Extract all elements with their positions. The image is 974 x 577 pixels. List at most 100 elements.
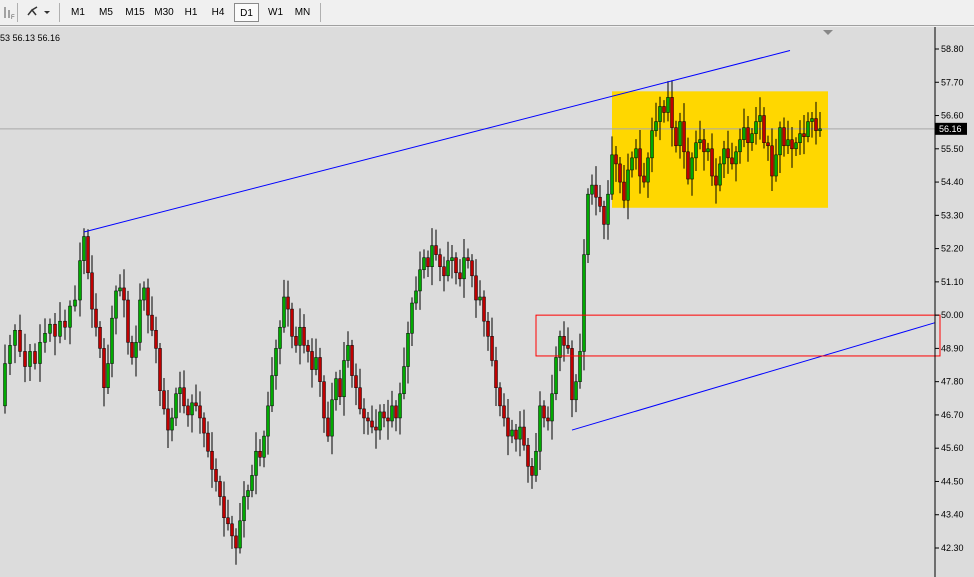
candle-body (666, 97, 670, 113)
candle-body (166, 408, 170, 431)
candle-body (338, 378, 342, 398)
candle-body (566, 345, 570, 349)
candle-body (330, 399, 334, 437)
candle-body (786, 139, 790, 147)
candle-body (634, 148, 638, 159)
candle-body (154, 330, 158, 349)
candle-body (214, 469, 218, 482)
candle-body (242, 496, 246, 522)
candle-body (13, 330, 17, 346)
timeframe-h4[interactable]: H4 (205, 3, 231, 22)
candle-body (246, 490, 250, 497)
candle-body (550, 393, 554, 422)
candle-body (354, 375, 358, 388)
toolbar-separator (59, 3, 60, 22)
candle-body (530, 466, 534, 476)
candle-body (68, 305, 72, 328)
timeframe-m1[interactable]: M1 (65, 3, 91, 22)
candle-body (598, 196, 602, 207)
candle-body (314, 357, 318, 370)
candle-body (146, 287, 150, 316)
candle-body (206, 432, 210, 452)
candle-body (290, 308, 294, 337)
candle-body (122, 287, 126, 301)
candle-body (726, 148, 730, 159)
candle-body (394, 405, 398, 419)
candle-body (222, 496, 226, 519)
candle-body (218, 481, 222, 497)
candle-body (194, 402, 198, 407)
candle-body (138, 299, 142, 343)
candle-body (410, 302, 414, 334)
candle-body (474, 275, 478, 301)
candle-body (714, 175, 718, 186)
price-chart[interactable]: 58.80 57.70 56.60 55.50 54.40 53.30 52.20 51.10… (0, 27, 974, 577)
timeframe-d1[interactable]: D1 (234, 3, 259, 22)
candle-body (422, 257, 426, 271)
candle-body (778, 127, 782, 156)
timeframe-m15[interactable]: M15 (121, 3, 149, 22)
candle-body (310, 351, 314, 370)
candle-body (378, 411, 382, 431)
candle-body (90, 272, 94, 310)
candle-body (654, 121, 658, 131)
candle-body (274, 348, 278, 376)
candle-body (438, 254, 442, 267)
candle-body (170, 417, 174, 431)
timeframe-w1[interactable]: W1 (262, 3, 289, 22)
candle-body (282, 296, 286, 328)
candle-body (662, 106, 666, 113)
candle-body (762, 115, 766, 144)
shift-marker-icon[interactable] (823, 30, 833, 35)
candle-body (350, 345, 354, 376)
candle-body (538, 405, 542, 452)
candle-body (814, 118, 818, 131)
candle-body (33, 351, 37, 364)
candle-body (702, 139, 706, 153)
candle-body (342, 360, 346, 398)
candle-body (23, 351, 27, 367)
candle-body (626, 169, 630, 201)
candle-body (262, 435, 266, 458)
chart-properties-icon[interactable]: F (2, 4, 16, 21)
candle-body (278, 326, 282, 349)
timeframe-mn[interactable]: MN (289, 3, 316, 22)
svg-text:F: F (11, 15, 15, 20)
price-tick-label: 53.30 (941, 210, 964, 220)
timeframe-m5[interactable]: M5 (93, 3, 119, 22)
candle-body (574, 381, 578, 401)
candle-body (522, 426, 526, 446)
candle-body (542, 405, 546, 419)
candle-body (18, 330, 22, 352)
candle-body (618, 163, 622, 183)
candle-body (94, 308, 98, 328)
timeframe-h1[interactable]: H1 (179, 3, 203, 22)
candle-body (490, 336, 494, 361)
candle-body (162, 390, 166, 410)
candle-body (730, 157, 734, 165)
candle-body (334, 378, 338, 401)
candle-body (602, 206, 606, 225)
price-tick-label: 44.50 (941, 476, 964, 486)
candle-body (470, 260, 474, 277)
candle-body (678, 121, 682, 147)
candle-body (514, 429, 518, 440)
candle-body (774, 154, 778, 177)
price-tick-label: 43.40 (941, 510, 964, 520)
candle-body (306, 345, 310, 352)
candle-body (426, 257, 430, 267)
candle-body (810, 118, 814, 122)
price-tick-label: 54.40 (941, 177, 964, 187)
price-tick-label: 45.60 (941, 443, 964, 453)
candle-body (126, 299, 130, 343)
candle-body (670, 97, 674, 128)
candle-body (590, 184, 594, 195)
candle-body (418, 269, 422, 292)
candle-body (686, 151, 690, 180)
candle-body (478, 296, 482, 301)
timeframe-m30[interactable]: M30 (150, 3, 178, 22)
candle-body (502, 405, 506, 419)
candle-body (506, 417, 510, 437)
drawing-tools-icon[interactable] (26, 5, 50, 21)
price-tick-label: 46.70 (941, 410, 964, 420)
